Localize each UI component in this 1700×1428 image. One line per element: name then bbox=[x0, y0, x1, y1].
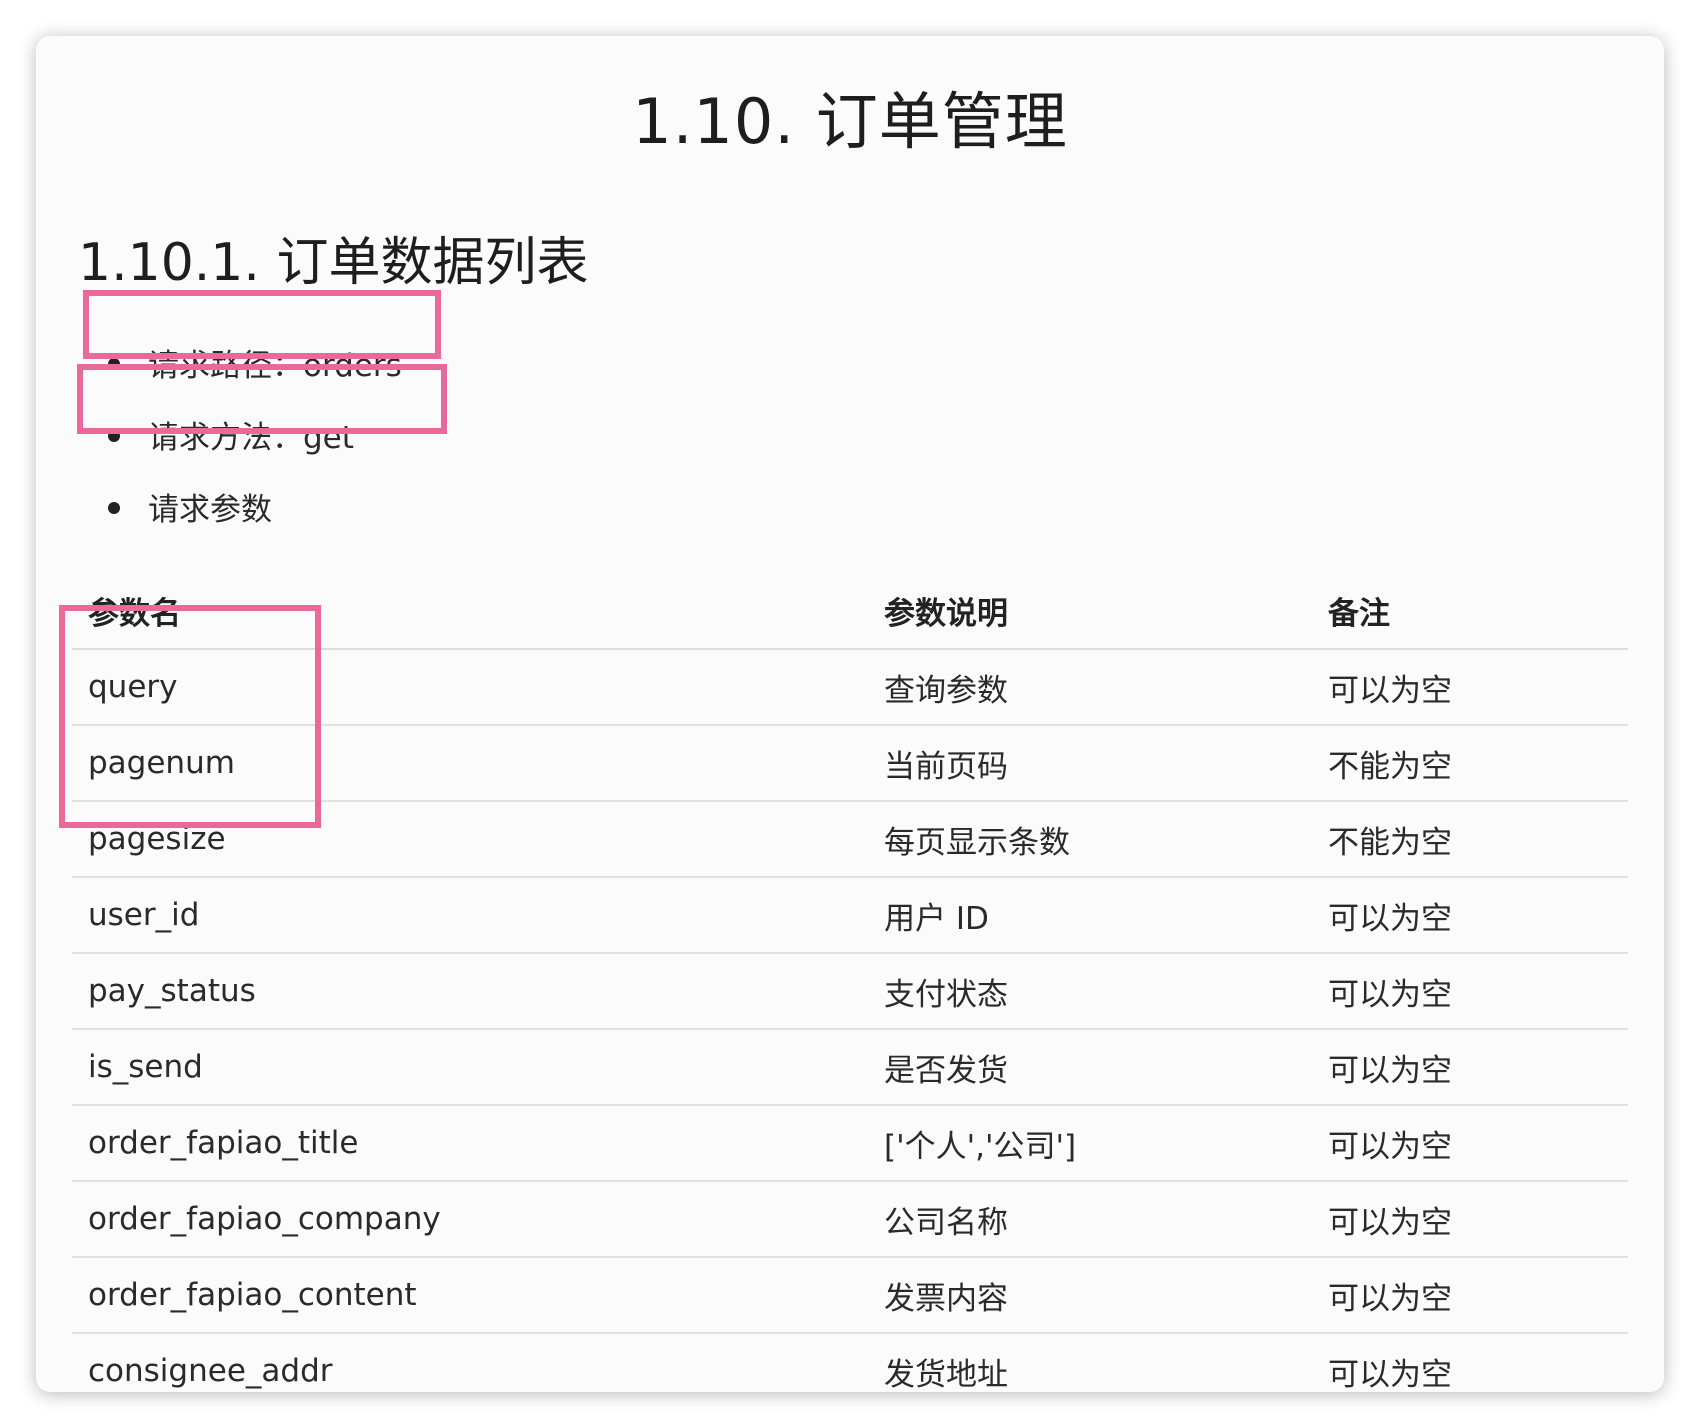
request-params-text: 请求参数 bbox=[148, 492, 272, 528]
param-note: 可以为空 bbox=[1312, 1257, 1628, 1334]
table-row: is_send 是否发货 可以为空 bbox=[72, 1029, 1628, 1106]
param-name: consignee_addr bbox=[88, 1353, 333, 1389]
table-row: pay_status 支付状态 可以为空 bbox=[72, 953, 1628, 1030]
param-note: 可以为空 bbox=[1312, 877, 1628, 954]
param-desc: 公司名称 bbox=[868, 1181, 1312, 1258]
bullet-dot bbox=[108, 501, 120, 514]
param-name: order_fapiao_company bbox=[72, 1181, 868, 1258]
highlight-box-path bbox=[83, 290, 441, 359]
header-param-desc: 参数说明 bbox=[868, 573, 1312, 650]
document-card: 1.10. 订单管理 1.10.1. 订单数据列表 请求路径：orders 请求… bbox=[36, 36, 1664, 1393]
param-note: 可以为空 bbox=[1312, 1105, 1628, 1182]
param-desc: ['个人','公司'] bbox=[868, 1105, 1312, 1182]
param-note: 可以为空 bbox=[1312, 1029, 1628, 1106]
param-note: 不能为空 bbox=[1312, 801, 1628, 878]
table-row: consignee_addr 发货地址 可以为空 bbox=[72, 1333, 1628, 1408]
highlight-box-pagination-params bbox=[59, 605, 321, 828]
param-desc: 支付状态 bbox=[868, 953, 1312, 1030]
param-name: user_id bbox=[72, 877, 868, 954]
param-note: 可以为空 bbox=[1312, 1181, 1628, 1258]
param-desc: 当前页码 bbox=[868, 725, 1312, 802]
param-name: order_fapiao_content bbox=[72, 1257, 868, 1334]
param-note: 可以为空 bbox=[1328, 1356, 1452, 1393]
param-name: order_fapiao_title bbox=[72, 1105, 868, 1182]
bullet-request-params: 请求参数 bbox=[108, 482, 272, 538]
param-note: 可以为空 bbox=[1312, 649, 1628, 726]
param-note: 可以为空 bbox=[1312, 953, 1628, 1030]
param-desc: 用户 ID bbox=[868, 877, 1312, 954]
param-desc: 每页显示条数 bbox=[868, 801, 1312, 878]
table-row: user_id 用户 ID 可以为空 bbox=[72, 877, 1628, 954]
param-desc: 发货地址 bbox=[884, 1356, 1008, 1393]
param-desc: 发票内容 bbox=[868, 1257, 1312, 1334]
table-row: order_fapiao_company 公司名称 可以为空 bbox=[72, 1181, 1628, 1258]
subsection-title: 1.10.1. 订单数据列表 bbox=[78, 233, 589, 293]
param-desc: 查询参数 bbox=[868, 649, 1312, 726]
table-row: order_fapiao_content 发票内容 可以为空 bbox=[72, 1257, 1628, 1334]
highlight-box-method bbox=[77, 364, 447, 434]
table-row: order_fapiao_title ['个人','公司'] 可以为空 bbox=[72, 1105, 1628, 1182]
section-title: 1.10. 订单管理 bbox=[632, 85, 1068, 158]
header-note: 备注 bbox=[1312, 573, 1628, 650]
param-name: is_send bbox=[72, 1029, 868, 1106]
param-note: 不能为空 bbox=[1312, 725, 1628, 802]
param-name: pay_status bbox=[72, 953, 868, 1030]
param-desc: 是否发货 bbox=[868, 1029, 1312, 1106]
